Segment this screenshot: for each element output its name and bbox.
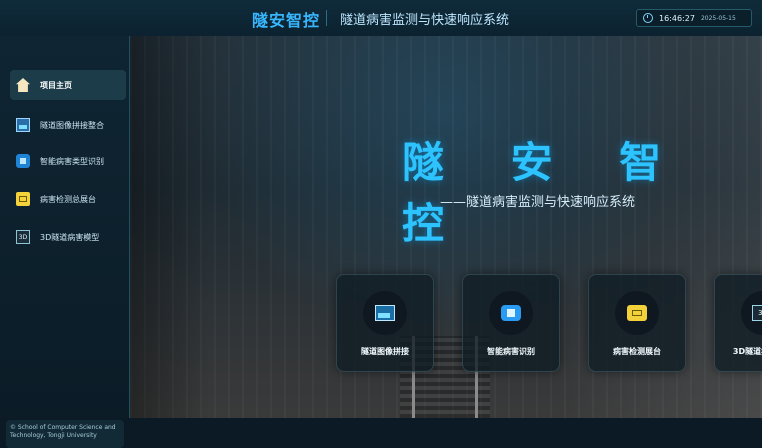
home-icon (16, 78, 30, 92)
threed-icon: 3D (16, 230, 30, 244)
sidebar-item-3d-model[interactable]: 3D 3D隧道病害模型 (10, 222, 126, 252)
main-content: 隧 安 智 控 ——隧道病害监测与快速响应系统 隧道图像拼接 智能病害识别 病害… (130, 36, 762, 418)
threed-icon: 3D (752, 305, 762, 321)
top-bar: 隧安智控 隧道病害监测与快速响应系统 16:46:27 2025-05-15 (0, 0, 762, 37)
card-icon-background (489, 291, 533, 335)
title-separator (326, 10, 327, 26)
image-icon (16, 118, 30, 132)
card-image-stitching[interactable]: 隧道图像拼接 (336, 274, 434, 372)
card-3d-model[interactable]: 3D 3D隧道病害模型 (714, 274, 762, 372)
clock-panel: 16:46:27 2025-05-15 (636, 9, 752, 27)
card-label: 3D隧道病害模型 (732, 347, 762, 356)
sidebar-item-label: 项目主页 (40, 80, 72, 90)
clock-date: 2025-05-15 (700, 14, 736, 22)
app-brand: 隧安智控 (252, 11, 321, 30)
card-ai-recognition[interactable]: 智能病害识别 (462, 274, 560, 372)
ai-chip-icon (16, 154, 30, 168)
sidebar: 项目主页 隧道图像拼接整合 智能病害类型识别 病害检测总展台 3D 3D隧道病害… (0, 36, 130, 448)
sidebar-item-label: 智能病害类型识别 (40, 156, 104, 166)
folder-icon (16, 192, 30, 206)
sidebar-item-label: 病害检测总展台 (40, 194, 96, 204)
tunnel-left-shadow (130, 36, 210, 418)
system-title: 隧道病害监测与快速响应系统 (340, 13, 510, 28)
card-icon-background (363, 291, 407, 335)
clock-time: 16:46:27 (659, 13, 695, 23)
sidebar-item-ai-recognition[interactable]: 智能病害类型识别 (10, 146, 126, 176)
sidebar-item-detection-dashboard[interactable]: 病害检测总展台 (10, 184, 126, 214)
hero-title: 隧 安 智 控 (402, 138, 688, 248)
folder-icon (627, 305, 647, 321)
card-icon-background: 3D (741, 291, 762, 335)
feature-cards: 隧道图像拼接 智能病害识别 病害检测展台 3D 3D隧道病害模型 (336, 274, 762, 374)
sidebar-item-home[interactable]: 项目主页 (10, 70, 126, 100)
sidebar-footer: © School of Computer Science and Technol… (6, 420, 124, 448)
card-label: 隧道图像拼接 (361, 347, 409, 356)
sidebar-item-label: 隧道图像拼接整合 (40, 120, 104, 130)
image-icon (375, 305, 395, 321)
sidebar-item-image-stitching[interactable]: 隧道图像拼接整合 (10, 110, 126, 140)
card-icon-background (615, 291, 659, 335)
card-detection-dashboard[interactable]: 病害检测展台 (588, 274, 686, 372)
clock-icon (643, 13, 653, 23)
hero-subtitle: ——隧道病害监测与快速响应系统 (440, 195, 636, 210)
ai-chip-icon (501, 305, 521, 321)
card-label: 病害检测展台 (613, 347, 661, 356)
sidebar-item-label: 3D隧道病害模型 (40, 232, 100, 242)
card-label: 智能病害识别 (487, 347, 535, 356)
